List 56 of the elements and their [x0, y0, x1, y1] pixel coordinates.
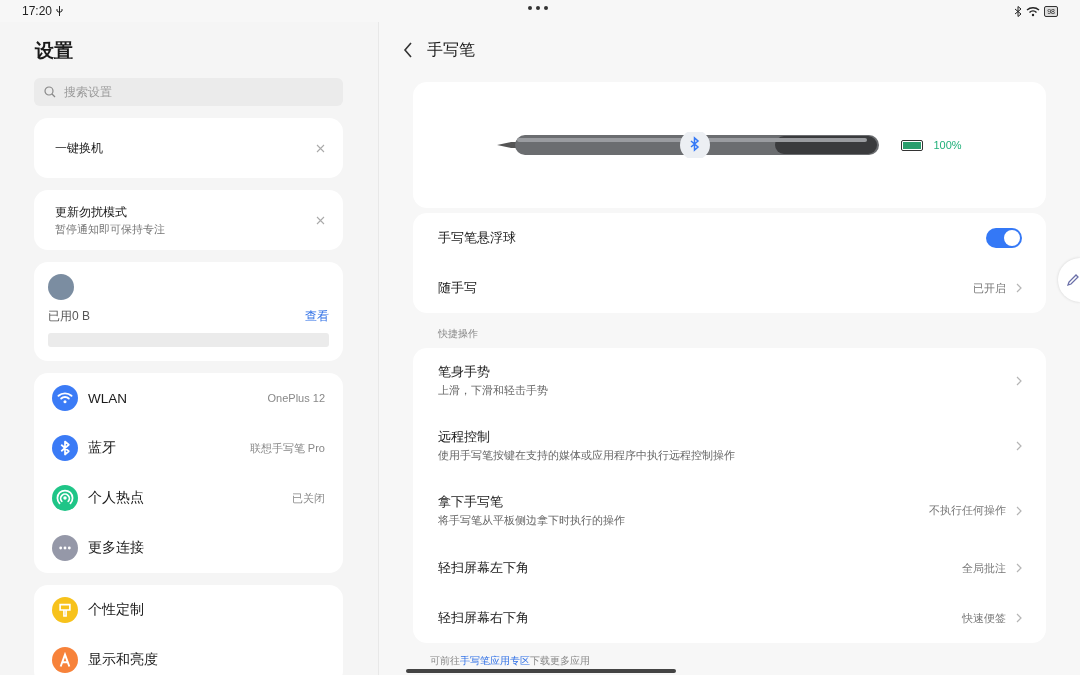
avatar[interactable] [48, 274, 74, 300]
section-label: 快捷操作 [438, 327, 479, 341]
chevron-right-icon [1016, 563, 1022, 573]
suggestion-subtitle: 暂停通知即可保持专注 [55, 222, 166, 237]
menu-item-label[interactable]: 显示和亮度 [88, 651, 325, 669]
chevron-right-icon [1016, 440, 1022, 451]
floating-pen-button[interactable] [1058, 258, 1080, 302]
view-link[interactable]: 查看 [305, 308, 329, 325]
setting-label[interactable]: 手写笔悬浮球 [438, 229, 976, 247]
setting-label[interactable]: 远程控制 [438, 428, 1006, 446]
bluetooth-icon [1014, 5, 1023, 17]
toggle-switch[interactable] [986, 228, 1022, 248]
close-icon[interactable] [316, 144, 325, 153]
menu-item-value: 联想手写笔 Pro [249, 440, 325, 456]
menu-item-label[interactable]: 更多连接 [88, 539, 325, 557]
suggestion-title: 一键换机 [55, 139, 104, 157]
setting-value: 已开启 [973, 280, 1006, 296]
menu-item-label[interactable]: 蓝牙 [88, 439, 240, 457]
storage-used: 已用0 B [48, 308, 90, 325]
setting-value: 快速便签 [962, 610, 1006, 626]
setting-label[interactable]: 随手写 [438, 279, 963, 297]
usb-icon [56, 6, 64, 16]
suggestion-title: 更新勿扰模式 [55, 203, 128, 221]
page-title: 手写笔 [427, 39, 475, 60]
close-icon[interactable] [316, 216, 325, 225]
footer-text: 可前往手写笔应用专区下载更多应用 [430, 654, 590, 668]
search-field[interactable]: 搜索设置 [34, 78, 343, 106]
back-icon[interactable] [403, 42, 413, 58]
more-dots-icon[interactable] [528, 6, 548, 10]
chevron-right-icon [1016, 283, 1022, 293]
setting-label[interactable]: 拿下手写笔 [438, 493, 919, 511]
wifi-signal-icon [1026, 5, 1041, 17]
setting-description: 将手写笔从平板侧边拿下时执行的操作 [438, 514, 626, 528]
suggestion-card[interactable]: 一键换机 [34, 118, 343, 178]
setting-label[interactable]: 轻扫屏幕左下角 [438, 559, 952, 577]
menu-item-label[interactable]: 个性定制 [88, 601, 325, 619]
battery-reading: 100% [933, 139, 962, 151]
menu-item-label[interactable]: 个人热点 [88, 489, 282, 507]
chevron-right-icon [1016, 375, 1022, 386]
battery-icon [901, 139, 924, 151]
menu-item-label[interactable]: WLAN [88, 390, 258, 406]
chevron-right-icon [1016, 505, 1022, 516]
menu-item-value: 已关闭 [292, 490, 325, 506]
menu-item-value: OnePlus 12 [267, 392, 325, 404]
setting-description: 使用手写笔按键在支持的媒体或应用程序中执行远程控制操作 [438, 449, 736, 463]
setting-value: 不执行任何操作 [929, 503, 1006, 518]
suggestion-card[interactable]: 更新勿扰模式 暂停通知即可保持专注 [34, 190, 343, 250]
setting-value: 全局批注 [962, 560, 1006, 576]
pen-icon [1066, 273, 1080, 287]
app-zone-link[interactable]: 手写笔应用专区 [460, 655, 530, 666]
status-time: 17:20 [22, 4, 53, 18]
setting-label[interactable]: 笔身手势 [438, 363, 1006, 381]
chevron-right-icon [1016, 613, 1022, 623]
setting-description: 上滑，下滑和轻击手势 [438, 384, 549, 398]
setting-label[interactable]: 轻扫屏幕右下角 [438, 609, 952, 627]
settings-title: 设置 [35, 39, 74, 63]
